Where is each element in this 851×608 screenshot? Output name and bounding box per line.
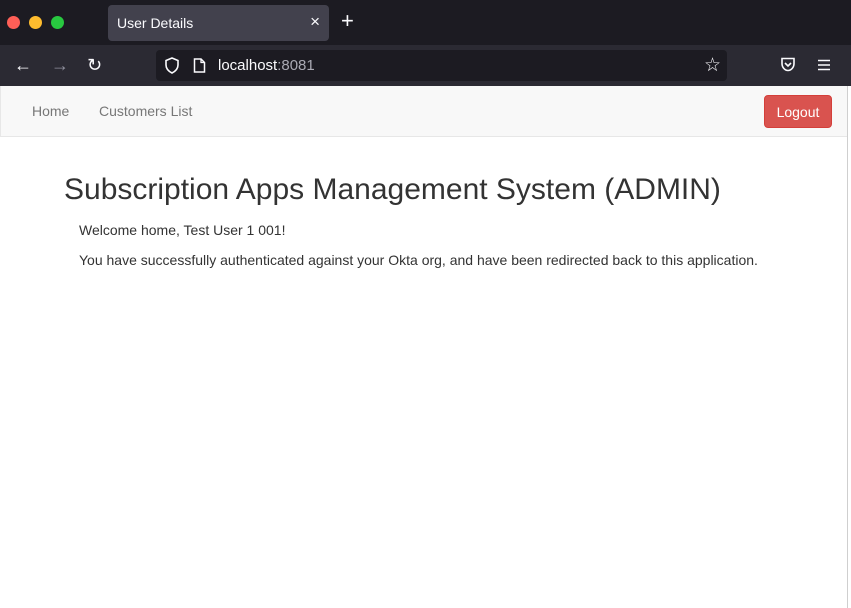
close-window-button[interactable] <box>7 16 20 29</box>
pocket-icon[interactable] <box>780 57 796 77</box>
close-tab-icon[interactable]: × <box>310 12 320 32</box>
shield-icon[interactable] <box>164 57 180 79</box>
nav-link-customers-list[interactable]: Customers List <box>99 103 192 119</box>
logout-button[interactable]: Logout <box>764 95 832 128</box>
browser-toolbar: ← → ↻ localhost:8081 ☆ <box>0 45 851 86</box>
nav-link-home[interactable]: Home <box>32 103 69 119</box>
app-navbar: Home Customers List Logout <box>0 86 848 137</box>
auth-message: You have successfully authenticated agai… <box>79 252 758 268</box>
window-edge <box>847 86 848 608</box>
address-bar[interactable]: localhost:8081 ☆ <box>156 50 727 81</box>
url-text[interactable]: localhost:8081 <box>218 57 315 74</box>
url-port: :8081 <box>277 57 315 74</box>
tab-title: User Details <box>117 15 194 31</box>
minimize-window-button[interactable] <box>29 16 42 29</box>
browser-tab[interactable]: User Details × <box>108 5 329 41</box>
welcome-message: Welcome home, Test User 1 001! <box>79 222 286 238</box>
page-title: Subscription Apps Management System (ADM… <box>64 173 721 206</box>
reload-icon[interactable]: ↻ <box>87 55 102 75</box>
star-icon[interactable]: ☆ <box>704 54 721 77</box>
maximize-window-button[interactable] <box>51 16 64 29</box>
new-tab-button[interactable]: + <box>341 10 354 32</box>
back-icon[interactable]: ← <box>14 55 32 75</box>
page-icon <box>193 58 206 78</box>
menu-icon[interactable] <box>817 58 831 76</box>
url-host: localhost <box>218 57 278 74</box>
forward-icon[interactable]: → <box>51 55 69 75</box>
browser-titlebar: User Details × + <box>0 0 851 45</box>
